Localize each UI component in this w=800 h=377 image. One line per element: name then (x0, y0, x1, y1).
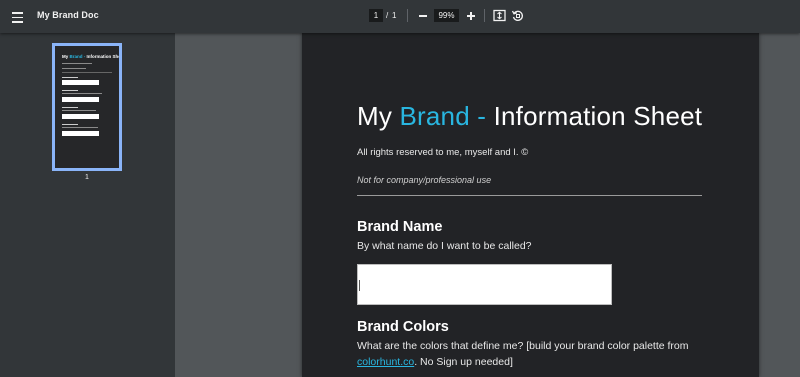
thumbnail-field (62, 80, 99, 85)
thumbnail-text-line (62, 110, 96, 111)
toolbar-divider (407, 9, 408, 22)
document-heading: My Brand - Information Sheet (357, 101, 702, 132)
zoom-in-button[interactable] (465, 9, 477, 22)
thumbnail-page-number: 1 (85, 174, 89, 181)
thumbnail-heading-line (62, 124, 78, 125)
page-separator: / (386, 11, 389, 20)
thumbnail-field (62, 114, 99, 119)
brand-colors-question: What are the colors that define me? [bui… (357, 340, 689, 352)
thumbnail-heading-line (62, 107, 78, 108)
colorhunt-link[interactable]: colorhunt.co (357, 356, 414, 368)
thumbnail-heading-line (62, 90, 78, 91)
thumbnail-field (62, 97, 99, 102)
document-title: My Brand Doc (37, 10, 99, 20)
horizontal-rule (357, 195, 702, 196)
brand-colors-question-continued: colorhunt.co. No Sign up needed] (357, 356, 513, 368)
heading-text-start: My (357, 101, 400, 131)
heading-accent-text: Brand - (399, 101, 487, 131)
usage-note: Not for company/professional use (357, 175, 492, 185)
thumbnail-text-line (62, 68, 86, 69)
page-thumbnail[interactable]: My Brand - Information Sheet (52, 43, 122, 171)
page-number-input[interactable]: 1 (369, 9, 383, 22)
brand-name-input[interactable] (357, 264, 612, 305)
pdf-page: My Brand - Information Sheet All rights … (302, 33, 759, 377)
brand-name-question: By what name do I want to be called? (357, 240, 532, 252)
vertical-scrollbar[interactable] (760, 33, 800, 377)
brand-colors-question-tail: . No Sign up needed] (414, 356, 513, 368)
rotate-counterclockwise-icon[interactable] (511, 9, 524, 22)
toolbar-divider (484, 9, 485, 22)
zoom-out-button[interactable] (417, 9, 429, 22)
brand-name-heading: Brand Name (357, 219, 443, 235)
total-pages: 1 (392, 11, 397, 20)
document-viewer[interactable]: My Brand - Information Sheet All rights … (175, 33, 800, 377)
fit-to-page-icon[interactable] (493, 9, 506, 22)
thumbnail-title-preview: My Brand - Information Sheet (62, 54, 122, 59)
pdf-toolbar: My Brand Doc 1 / 1 99% (0, 0, 800, 33)
thumbnail-sidebar: My Brand - Information Sheet 1 (0, 33, 175, 377)
rights-statement: All rights reserved to me, myself and I.… (357, 147, 529, 158)
thumbnail-heading-line (62, 77, 78, 78)
thumbnail-text-line (62, 93, 102, 94)
thumbnail-rule (62, 72, 112, 73)
thumbnail-field (62, 131, 99, 136)
thumbnail-text-line (62, 127, 98, 128)
zoom-level-input[interactable]: 99% (434, 9, 459, 22)
heading-text-end: Information Sheet (486, 101, 703, 131)
thumbnail-text-line (62, 63, 92, 64)
menu-icon[interactable] (9, 8, 27, 26)
brand-colors-heading: Brand Colors (357, 319, 449, 335)
